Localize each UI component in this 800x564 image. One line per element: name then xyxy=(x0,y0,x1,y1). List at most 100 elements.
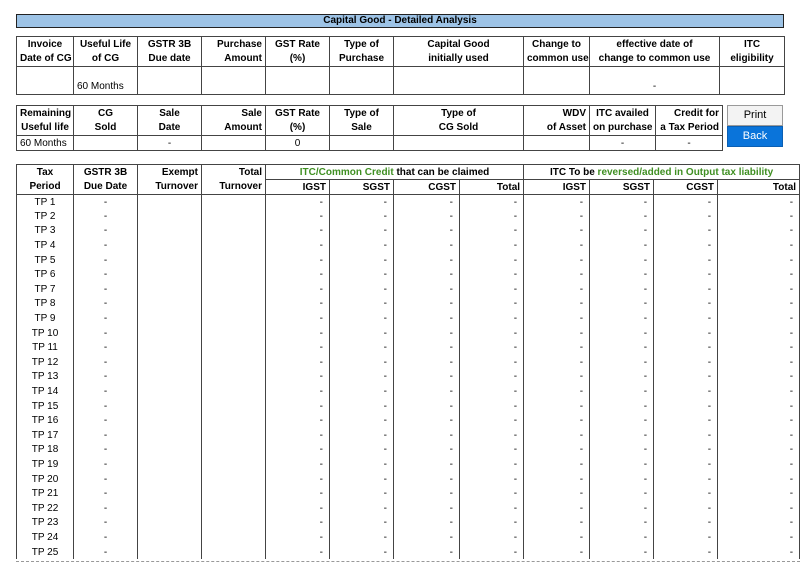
total-turnover-cell[interactable] xyxy=(201,340,266,356)
itc-eligibility-cell[interactable] xyxy=(719,66,785,95)
tax-period-cell: TP 5 xyxy=(16,252,74,268)
total-turnover-cell[interactable] xyxy=(201,457,266,472)
total-turnover-cell[interactable] xyxy=(201,282,266,297)
total-turnover-cell[interactable] xyxy=(201,209,266,224)
total-turnover-cell[interactable] xyxy=(201,252,266,268)
capital-good-initially-used-cell[interactable] xyxy=(393,66,524,95)
exempt-turnover-cell[interactable] xyxy=(137,384,202,399)
total-turnover-cell[interactable] xyxy=(201,515,266,531)
remaining-life-cell[interactable]: 60 Months xyxy=(16,135,74,151)
sale-date-cell[interactable]: - xyxy=(137,135,202,151)
change-to-common-use-cell[interactable] xyxy=(523,66,590,95)
rev-igst-cell: - xyxy=(523,194,591,210)
exempt-turnover-cell[interactable] xyxy=(137,355,202,370)
exempt-turnover-cell[interactable] xyxy=(137,544,202,560)
useful-life-cell[interactable]: 60 Months xyxy=(73,66,138,95)
wdv-cell[interactable] xyxy=(523,135,590,151)
rev-total-cell: - xyxy=(717,252,800,268)
total-turnover-cell[interactable] xyxy=(201,384,266,399)
total-turnover-cell[interactable] xyxy=(201,311,266,326)
total-turnover-cell[interactable] xyxy=(201,471,266,487)
total-turnover-cell[interactable] xyxy=(201,355,266,370)
itc-igst-cell: - xyxy=(265,471,330,487)
total-turnover-cell[interactable] xyxy=(201,544,266,560)
effective-date-cell[interactable]: - xyxy=(589,66,720,95)
tax-period-cell: TP 11 xyxy=(16,340,74,356)
total-turnover-cell[interactable] xyxy=(201,223,266,239)
exempt-turnover-cell[interactable] xyxy=(137,515,202,531)
type-of-purchase-cell[interactable] xyxy=(329,66,394,95)
exempt-turnover-cell[interactable] xyxy=(137,325,202,341)
exempt-turnover-cell[interactable] xyxy=(137,282,202,297)
total-turnover-cell[interactable] xyxy=(201,398,266,414)
tax-period-table: Tax GSTR 3B Exempt Total ITC/Common Cred… xyxy=(16,164,800,560)
itc-availed-cell[interactable]: - xyxy=(589,135,656,151)
total-turnover-cell[interactable] xyxy=(201,413,266,428)
rev-igst-cell: - xyxy=(523,544,591,560)
tax-period-cell: TP 20 xyxy=(16,471,74,487)
exempt-turnover-cell[interactable] xyxy=(137,471,202,487)
total-turnover-cell[interactable] xyxy=(201,325,266,341)
purchase-amount-header: Purchase xyxy=(201,36,266,52)
total-turnover-cell[interactable] xyxy=(201,486,266,501)
type-of-sale-cell[interactable] xyxy=(329,135,394,151)
type-of-cg-sold-cell[interactable] xyxy=(393,135,524,151)
exempt-turnover-cell[interactable] xyxy=(137,267,202,283)
total-turnover-cell[interactable] xyxy=(201,194,266,210)
total-turnover-cell[interactable] xyxy=(201,267,266,283)
total-turnover-cell[interactable] xyxy=(201,238,266,253)
sale-amount-cell[interactable] xyxy=(201,135,266,151)
exempt-turnover-cell[interactable] xyxy=(137,209,202,224)
tax-period-header: Tax xyxy=(16,164,74,180)
tax-period-cell: TP 15 xyxy=(16,398,74,414)
exempt-turnover-cell[interactable] xyxy=(137,369,202,385)
sale-gst-rate-cell[interactable]: 0 xyxy=(265,135,330,151)
exempt-turnover-cell[interactable] xyxy=(137,457,202,472)
invoice-date-cell[interactable] xyxy=(16,66,74,95)
exempt-turnover-cell[interactable] xyxy=(137,442,202,458)
rev-igst-cell: - xyxy=(523,311,591,326)
total-turnover-cell[interactable] xyxy=(201,500,266,516)
back-button[interactable]: Back xyxy=(727,126,783,147)
total-turnover-cell[interactable] xyxy=(201,530,266,545)
credit-tax-period-cell[interactable]: - xyxy=(655,135,723,151)
total-turnover-cell[interactable] xyxy=(201,428,266,443)
table-row: TP 5--------- xyxy=(16,252,800,268)
table-row: TP 16- - - - - - - - - xyxy=(16,413,800,428)
exempt-turnover-cell[interactable] xyxy=(137,428,202,443)
total-turnover-cell[interactable] xyxy=(201,442,266,458)
exempt-turnover-cell[interactable] xyxy=(137,486,202,501)
itc-igst-cell: - xyxy=(265,340,330,356)
exempt-turnover-cell[interactable] xyxy=(137,311,202,326)
table-row: TP 2--------- xyxy=(16,209,800,224)
purchase-amount-cell[interactable] xyxy=(201,66,266,95)
print-button[interactable]: Print xyxy=(727,105,783,126)
exempt-turnover-cell[interactable] xyxy=(137,194,202,210)
total-turnover-cell[interactable] xyxy=(201,369,266,385)
gst-rate-cell[interactable] xyxy=(265,66,330,95)
change-to-common-use-header-2: common use xyxy=(523,51,590,67)
exempt-turnover-cell[interactable] xyxy=(137,340,202,356)
itc-sgst-cell: - xyxy=(329,486,394,501)
total-turnover-cell[interactable] xyxy=(201,296,266,312)
bottom-divider xyxy=(16,561,800,562)
table-row: TP 15- - - - - - - - - xyxy=(16,398,800,414)
itc-sgst-cell: - xyxy=(329,223,394,239)
gstr3b-due-cell[interactable] xyxy=(137,66,202,95)
exempt-turnover-cell[interactable] xyxy=(137,223,202,239)
exempt-turnover-cell[interactable] xyxy=(137,252,202,268)
itc-cgst-cell: - xyxy=(393,296,460,312)
sale-amount-header: Sale xyxy=(201,105,266,121)
exempt-turnover-cell[interactable] xyxy=(137,296,202,312)
cg-sold-cell[interactable] xyxy=(73,135,138,151)
itc-cgst-cell: - xyxy=(393,209,460,224)
exempt-turnover-cell[interactable] xyxy=(137,530,202,545)
exempt-turnover-cell[interactable] xyxy=(137,238,202,253)
exempt-turnover-cell[interactable] xyxy=(137,398,202,414)
exempt-turnover-cell[interactable] xyxy=(137,413,202,428)
itc-cgst-cell: - xyxy=(393,442,460,458)
itc-eligibility-header: ITC xyxy=(719,36,785,52)
itc-sgst-cell: - xyxy=(329,282,394,297)
exempt-turnover-cell[interactable] xyxy=(137,500,202,516)
rev-cgst-cell: - xyxy=(653,194,719,210)
